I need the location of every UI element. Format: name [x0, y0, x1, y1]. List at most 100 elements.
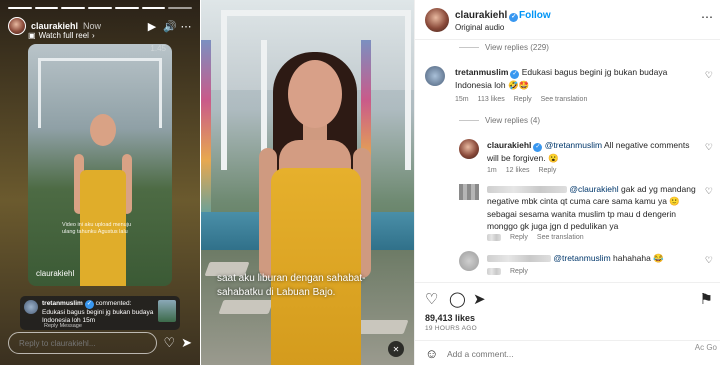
see-translation-button[interactable]: See translation — [541, 96, 588, 103]
comments-panel: claurakiehl ✓ Follow Original audio ⋯ Vie… — [414, 0, 720, 365]
see-translation-button[interactable]: See translation — [537, 234, 584, 241]
follow-button[interactable]: Follow — [519, 10, 551, 21]
comment-likes[interactable]: 113 likes — [478, 96, 505, 103]
save-icon[interactable]: ⚑ — [700, 290, 713, 308]
reply-comment: @tretanmuslim hahahaha 😂 Reply ♡ — [415, 249, 720, 281]
mute-icon[interactable]: ✕ — [388, 341, 404, 357]
story-progress-segment — [8, 7, 32, 9]
comment-text-continued: sebagai sesama wanita muslim tp mau d de… — [487, 208, 676, 231]
view-replies-1[interactable]: View replies (229) — [459, 43, 549, 52]
author-avatar[interactable] — [425, 8, 449, 32]
story-comment-sticker[interactable]: tretanmuslim ✓ commented: Edukasi bagus b… — [20, 296, 180, 330]
reel-icon: ▣ — [28, 31, 36, 40]
comment-icon[interactable]: ◯ — [449, 290, 466, 308]
comment-meta: Reply Message — [44, 323, 82, 329]
comment-body: @tretanmuslim hahahaha 😂 — [487, 252, 697, 264]
verified-badge-icon: ✓ — [84, 300, 94, 309]
reply-comment: @claurakiehl gak ad yg mandang negative … — [415, 180, 720, 244]
add-comment-bar: ☺ Ac Go — [415, 340, 720, 365]
screenshot-collage: claurakiehl Now ▶ 🔊 ⋯ ▣ Watch full reel … — [0, 0, 720, 365]
story-progress-segment — [61, 7, 86, 9]
emoji-icon[interactable]: ☺ — [425, 346, 438, 361]
reel-thumbnail — [158, 300, 176, 322]
like-icon[interactable]: ♡ — [425, 290, 438, 308]
verified-badge-icon: ✓ — [533, 143, 543, 152]
story-progress-segment — [141, 7, 166, 9]
commenter-avatar — [24, 300, 38, 314]
replier-avatar[interactable] — [459, 139, 479, 159]
original-audio-link[interactable]: Original audio — [455, 23, 504, 32]
like-heart-icon[interactable]: ♡ — [705, 255, 713, 266]
share-icon[interactable]: ➤ — [473, 290, 486, 308]
comment-emoji: 🙂 — [669, 196, 680, 207]
comment-time: 15m — [82, 317, 96, 325]
comment: tretanmuslim ✓ Edukasi bagus begini jg bu… — [415, 62, 720, 110]
like-heart-icon[interactable]: ♡ — [705, 70, 713, 81]
like-heart-icon[interactable]: ♡ — [705, 186, 713, 197]
redacted-avatar — [459, 251, 479, 271]
story-reply-input[interactable] — [8, 332, 158, 354]
comment-body: @claurakiehl gak ad yg mandang negative … — [487, 183, 697, 232]
redacted-time — [487, 268, 501, 275]
comment-meta: Reply — [487, 268, 528, 275]
reply-button[interactable]: Reply — [510, 268, 528, 275]
comment-emoji: 😮 — [547, 153, 559, 163]
mention-link[interactable]: @claurakiehl — [569, 184, 618, 194]
story-progress-segment — [168, 7, 193, 9]
replier-username[interactable]: claurakiehl — [487, 140, 531, 150]
reply-button[interactable]: Reply — [514, 96, 532, 103]
view-replies-label: View replies (229) — [485, 43, 549, 52]
commenter-username: tretanmuslim — [42, 300, 83, 307]
redacted-username — [487, 255, 551, 262]
reply-button[interactable]: Reply — [538, 167, 556, 174]
story-username[interactable]: claurakiehl — [31, 21, 78, 31]
send-icon[interactable]: ➤ — [181, 335, 192, 351]
comment-text: hahahaha — [613, 253, 651, 263]
story-progress-segment — [114, 7, 139, 9]
play-icon[interactable]: ▶ — [146, 20, 158, 33]
likes-count[interactable]: 89,413 likes — [425, 313, 475, 323]
story-progress-segment — [88, 7, 112, 9]
story-avatar[interactable] — [8, 17, 26, 35]
watch-full-reel-label: Watch full reel — [38, 31, 89, 40]
woman-figure — [74, 112, 132, 286]
view-replies-2[interactable]: View replies (4) — [459, 116, 540, 125]
mosaic-pillar — [201, 40, 211, 220]
overlay-text: Ac Go — [694, 343, 717, 352]
post-actions: ♡ ◯ ➤ ⚑ — [415, 282, 720, 312]
redacted-username — [487, 186, 567, 193]
commenter-username[interactable]: tretanmuslim — [455, 67, 508, 77]
comment-body: tretanmuslim ✓ Edukasi bagus begini jg bu… — [455, 66, 685, 91]
view-replies-label: View replies (4) — [485, 116, 540, 125]
story-viewer: claurakiehl Now ▶ 🔊 ⋯ ▣ Watch full reel … — [0, 0, 200, 365]
verified-badge-icon: ✓ — [509, 13, 519, 22]
author-username[interactable]: claurakiehl ✓ — [455, 10, 519, 22]
commenter-avatar[interactable] — [425, 66, 445, 86]
comment-meta: 15m 113 likes Reply See translation — [455, 96, 587, 103]
chevron-right-icon: › — [91, 31, 95, 40]
add-comment-input[interactable] — [447, 346, 647, 361]
card-brand: claurakiehl — [36, 269, 75, 278]
more-icon[interactable]: ⋯ — [180, 20, 192, 33]
mention-link[interactable]: @tretanmuslim — [553, 253, 610, 263]
comment-emoji: 😂 — [653, 253, 664, 263]
more-options-icon[interactable]: ⋯ — [701, 10, 713, 24]
like-heart-icon[interactable]: ♡ — [705, 142, 713, 153]
heart-icon[interactable]: ♡ — [163, 335, 175, 351]
story-progress-bars — [8, 7, 193, 9]
comment-likes[interactable]: 12 likes — [506, 167, 530, 174]
comment-meta: Reply See translation — [487, 234, 584, 241]
redacted-avatar — [459, 184, 479, 200]
comment-body: claurakiehl ✓ @tretanmuslim All negative … — [487, 139, 697, 164]
story-progress-segment — [34, 7, 59, 9]
verified-badge-icon: ✓ — [510, 70, 520, 79]
mention-link[interactable]: @tretanmuslim — [545, 140, 602, 150]
reply-button[interactable]: Reply — [510, 234, 528, 241]
redacted-time — [487, 234, 501, 241]
reel-video[interactable]: saat aku liburan dengan sahabat-sahabatk… — [201, 0, 414, 365]
volume-icon[interactable]: 🔊 — [163, 20, 177, 33]
post-header: claurakiehl ✓ Follow Original audio ⋯ — [415, 0, 720, 40]
story-reply-bar: ♡ ➤ — [8, 332, 192, 354]
watch-full-reel-link[interactable]: ▣ Watch full reel › — [28, 31, 95, 40]
story-reel-card[interactable]: 1.45 Video ini aku upload menuju ulang t… — [28, 44, 172, 286]
